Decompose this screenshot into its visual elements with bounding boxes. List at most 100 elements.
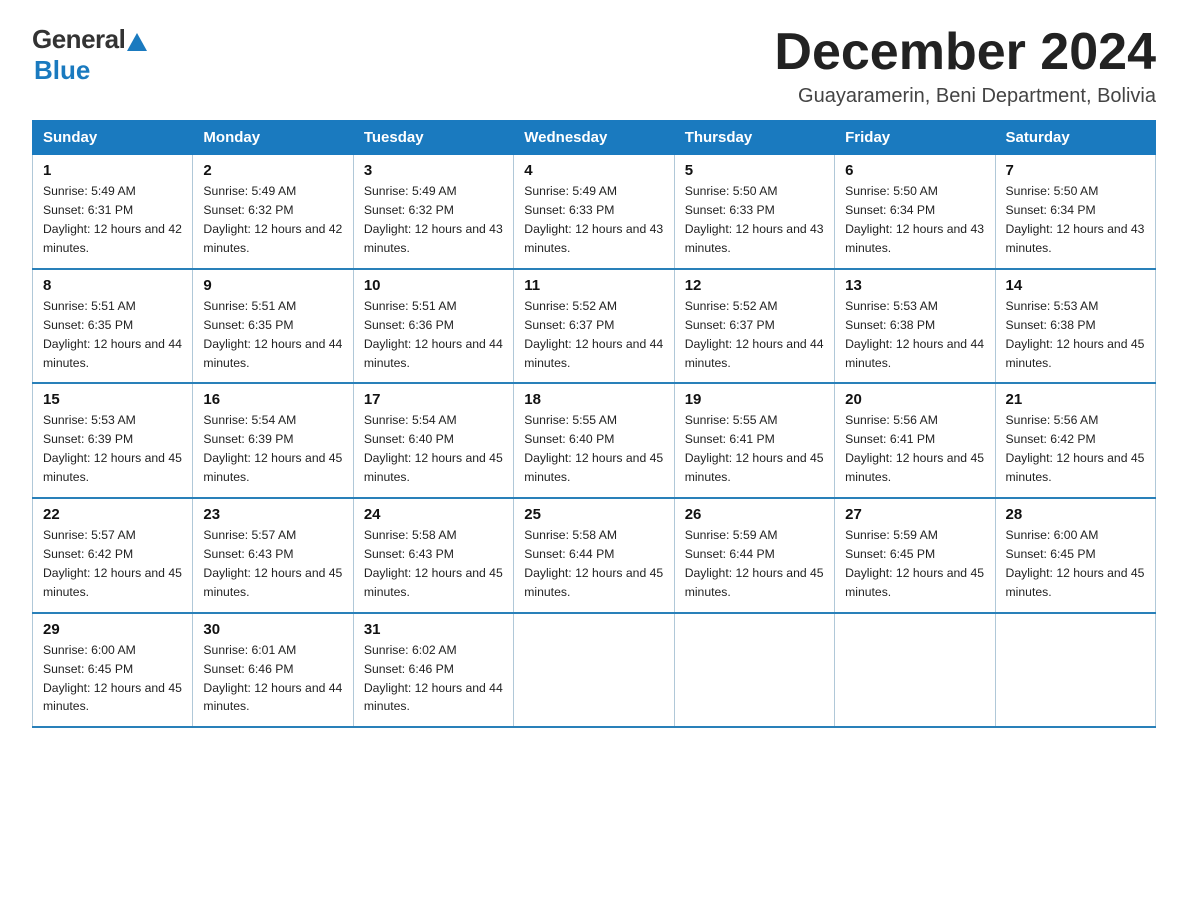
day-number: 3	[364, 162, 503, 179]
logo: General Blue	[32, 24, 147, 86]
day-info: Sunrise: 5:56 AMSunset: 6:42 PMDaylight:…	[1006, 413, 1145, 484]
calendar-cell: 23 Sunrise: 5:57 AMSunset: 6:43 PMDayligh…	[193, 498, 353, 613]
calendar-cell: 8 Sunrise: 5:51 AMSunset: 6:35 PMDaylight…	[33, 269, 193, 384]
day-number: 8	[43, 277, 182, 294]
day-number: 13	[845, 277, 984, 294]
calendar-day-header: Wednesday	[514, 121, 674, 155]
day-info: Sunrise: 5:59 AMSunset: 6:44 PMDaylight:…	[685, 528, 824, 599]
calendar-cell: 31Sunrise: 6:02 AMSunset: 6:46 PMDayligh…	[353, 613, 513, 728]
day-number: 7	[1006, 162, 1145, 179]
day-info: Sunrise: 5:58 AMSunset: 6:43 PMDaylight:…	[364, 528, 503, 599]
day-info: Sunrise: 5:52 AMSunset: 6:37 PMDaylight:…	[685, 299, 824, 370]
calendar-cell: 22 Sunrise: 5:57 AMSunset: 6:42 PMDayligh…	[33, 498, 193, 613]
calendar-day-header: Monday	[193, 121, 353, 155]
day-info: Sunrise: 5:55 AMSunset: 6:41 PMDaylight:…	[685, 413, 824, 484]
calendar-cell: 7 Sunrise: 5:50 AMSunset: 6:34 PMDaylight…	[995, 155, 1155, 269]
calendar-cell: 6 Sunrise: 5:50 AMSunset: 6:34 PMDaylight…	[835, 155, 995, 269]
day-number: 1	[43, 162, 182, 179]
day-info: Sunrise: 5:52 AMSunset: 6:37 PMDaylight:…	[524, 299, 663, 370]
calendar-cell: 20 Sunrise: 5:56 AMSunset: 6:41 PMDayligh…	[835, 383, 995, 498]
day-number: 24	[364, 506, 503, 523]
logo-triangle-icon	[127, 33, 147, 51]
day-info: Sunrise: 6:01 AMSunset: 6:46 PMDaylight:…	[203, 643, 342, 714]
calendar-cell: 11 Sunrise: 5:52 AMSunset: 6:37 PMDayligh…	[514, 269, 674, 384]
day-info: Sunrise: 5:50 AMSunset: 6:34 PMDaylight:…	[1006, 184, 1145, 255]
day-number: 5	[685, 162, 824, 179]
day-number: 17	[364, 391, 503, 408]
month-year-title: December 2024	[774, 24, 1156, 81]
day-number: 9	[203, 277, 342, 294]
calendar-week-row: 29 Sunrise: 6:00 AMSunset: 6:45 PMDayligh…	[33, 613, 1156, 728]
calendar-cell: 21 Sunrise: 5:56 AMSunset: 6:42 PMDayligh…	[995, 383, 1155, 498]
day-number: 26	[685, 506, 824, 523]
day-info: Sunrise: 5:49 AMSunset: 6:33 PMDaylight:…	[524, 184, 663, 255]
day-number: 4	[524, 162, 663, 179]
calendar-cell	[674, 613, 834, 728]
day-number: 6	[845, 162, 984, 179]
calendar-cell: 24 Sunrise: 5:58 AMSunset: 6:43 PMDayligh…	[353, 498, 513, 613]
calendar-cell: 30 Sunrise: 6:01 AMSunset: 6:46 PMDayligh…	[193, 613, 353, 728]
day-info: Sunrise: 5:53 AMSunset: 6:38 PMDaylight:…	[845, 299, 984, 370]
day-number: 18	[524, 391, 663, 408]
calendar-cell: 29 Sunrise: 6:00 AMSunset: 6:45 PMDayligh…	[33, 613, 193, 728]
calendar-cell: 27Sunrise: 5:59 AMSunset: 6:45 PMDayligh…	[835, 498, 995, 613]
calendar-cell: 26 Sunrise: 5:59 AMSunset: 6:44 PMDayligh…	[674, 498, 834, 613]
calendar-cell: 9 Sunrise: 5:51 AMSunset: 6:35 PMDaylight…	[193, 269, 353, 384]
day-info: Sunrise: 5:51 AMSunset: 6:36 PMDaylight:…	[364, 299, 503, 370]
day-info: Sunrise: 5:50 AMSunset: 6:34 PMDaylight:…	[845, 184, 984, 255]
calendar-cell	[995, 613, 1155, 728]
day-number: 10	[364, 277, 503, 294]
day-number: 25	[524, 506, 663, 523]
day-info: Sunrise: 5:55 AMSunset: 6:40 PMDaylight:…	[524, 413, 663, 484]
logo-general-text: General	[32, 24, 125, 55]
calendar-cell: 17 Sunrise: 5:54 AMSunset: 6:40 PMDayligh…	[353, 383, 513, 498]
day-info: Sunrise: 5:59 AMSunset: 6:45 PMDaylight:…	[845, 528, 984, 599]
day-number: 12	[685, 277, 824, 294]
day-info: Sunrise: 5:49 AMSunset: 6:32 PMDaylight:…	[203, 184, 342, 255]
day-info: Sunrise: 5:57 AMSunset: 6:43 PMDaylight:…	[203, 528, 342, 599]
day-info: Sunrise: 5:54 AMSunset: 6:39 PMDaylight:…	[203, 413, 342, 484]
day-info: Sunrise: 5:54 AMSunset: 6:40 PMDaylight:…	[364, 413, 503, 484]
calendar-cell: 3 Sunrise: 5:49 AMSunset: 6:32 PMDaylight…	[353, 155, 513, 269]
calendar-table: SundayMondayTuesdayWednesdayThursdayFrid…	[32, 120, 1156, 728]
calendar-cell: 18 Sunrise: 5:55 AMSunset: 6:40 PMDayligh…	[514, 383, 674, 498]
day-number: 28	[1006, 506, 1145, 523]
day-number: 29	[43, 621, 182, 638]
day-number: 21	[1006, 391, 1145, 408]
calendar-cell: 4 Sunrise: 5:49 AMSunset: 6:33 PMDaylight…	[514, 155, 674, 269]
day-number: 2	[203, 162, 342, 179]
day-info: Sunrise: 5:57 AMSunset: 6:42 PMDaylight:…	[43, 528, 182, 599]
calendar-cell: 10 Sunrise: 5:51 AMSunset: 6:36 PMDayligh…	[353, 269, 513, 384]
calendar-day-header: Sunday	[33, 121, 193, 155]
day-info: Sunrise: 6:00 AMSunset: 6:45 PMDaylight:…	[43, 643, 182, 714]
calendar-day-header: Saturday	[995, 121, 1155, 155]
calendar-cell: 1 Sunrise: 5:49 AMSunset: 6:31 PMDaylight…	[33, 155, 193, 269]
day-info: Sunrise: 5:51 AMSunset: 6:35 PMDaylight:…	[203, 299, 342, 370]
calendar-header-row: SundayMondayTuesdayWednesdayThursdayFrid…	[33, 121, 1156, 155]
day-number: 19	[685, 391, 824, 408]
location-subtitle: Guayaramerin, Beni Department, Bolivia	[774, 85, 1156, 108]
calendar-cell: 25 Sunrise: 5:58 AMSunset: 6:44 PMDayligh…	[514, 498, 674, 613]
calendar-week-row: 8 Sunrise: 5:51 AMSunset: 6:35 PMDaylight…	[33, 269, 1156, 384]
day-info: Sunrise: 5:56 AMSunset: 6:41 PMDaylight:…	[845, 413, 984, 484]
day-number: 30	[203, 621, 342, 638]
day-number: 15	[43, 391, 182, 408]
day-info: Sunrise: 5:50 AMSunset: 6:33 PMDaylight:…	[685, 184, 824, 255]
day-info: Sunrise: 5:58 AMSunset: 6:44 PMDaylight:…	[524, 528, 663, 599]
day-number: 22	[43, 506, 182, 523]
day-info: Sunrise: 5:49 AMSunset: 6:32 PMDaylight:…	[364, 184, 503, 255]
calendar-cell	[514, 613, 674, 728]
calendar-cell: 19 Sunrise: 5:55 AMSunset: 6:41 PMDayligh…	[674, 383, 834, 498]
logo-blue-text: Blue	[34, 55, 90, 86]
calendar-cell: 5 Sunrise: 5:50 AMSunset: 6:33 PMDaylight…	[674, 155, 834, 269]
day-info: Sunrise: 5:49 AMSunset: 6:31 PMDaylight:…	[43, 184, 182, 255]
day-number: 11	[524, 277, 663, 294]
calendar-cell: 12 Sunrise: 5:52 AMSunset: 6:37 PMDayligh…	[674, 269, 834, 384]
calendar-cell: 2 Sunrise: 5:49 AMSunset: 6:32 PMDaylight…	[193, 155, 353, 269]
day-info: Sunrise: 5:51 AMSunset: 6:35 PMDaylight:…	[43, 299, 182, 370]
day-number: 20	[845, 391, 984, 408]
title-block: December 2024 Guayaramerin, Beni Departm…	[774, 24, 1156, 108]
day-number: 23	[203, 506, 342, 523]
calendar-day-header: Tuesday	[353, 121, 513, 155]
calendar-week-row: 22 Sunrise: 5:57 AMSunset: 6:42 PMDayligh…	[33, 498, 1156, 613]
